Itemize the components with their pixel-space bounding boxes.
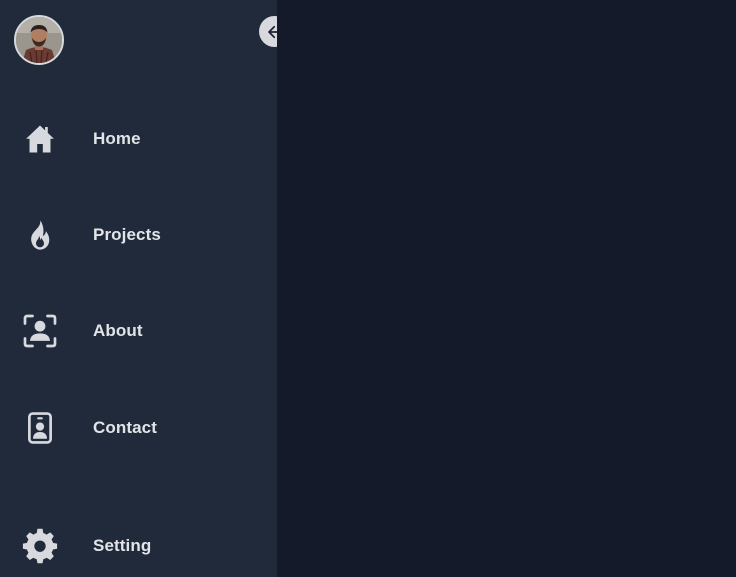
- sidebar-item-projects[interactable]: Projects: [0, 207, 277, 263]
- sidebar-item-setting[interactable]: Setting: [0, 518, 277, 574]
- sidebar-item-label: Projects: [93, 225, 161, 244]
- gear-icon: [22, 528, 58, 564]
- fire-icon: [22, 217, 58, 253]
- sidebar-item-label: Setting: [93, 536, 152, 555]
- main-content: [277, 0, 736, 577]
- sidebar-item-label: Contact: [93, 418, 157, 437]
- sidebar-item-contact[interactable]: Contact: [0, 400, 277, 456]
- sidebar-item-label: Home: [93, 129, 141, 148]
- app-window: Home Projects About Contact Setting: [0, 0, 736, 577]
- sidebar-item-label: About: [93, 321, 143, 340]
- user-scan-icon: [22, 313, 58, 349]
- avatar[interactable]: [14, 15, 64, 65]
- home-icon: [22, 121, 58, 157]
- sidebar-item-home[interactable]: Home: [0, 111, 277, 167]
- sidebar-item-about[interactable]: About: [0, 303, 277, 359]
- id-badge-icon: [22, 410, 58, 446]
- sidebar: Home Projects About Contact Setting: [0, 0, 290, 577]
- avatar-photo: [16, 17, 62, 63]
